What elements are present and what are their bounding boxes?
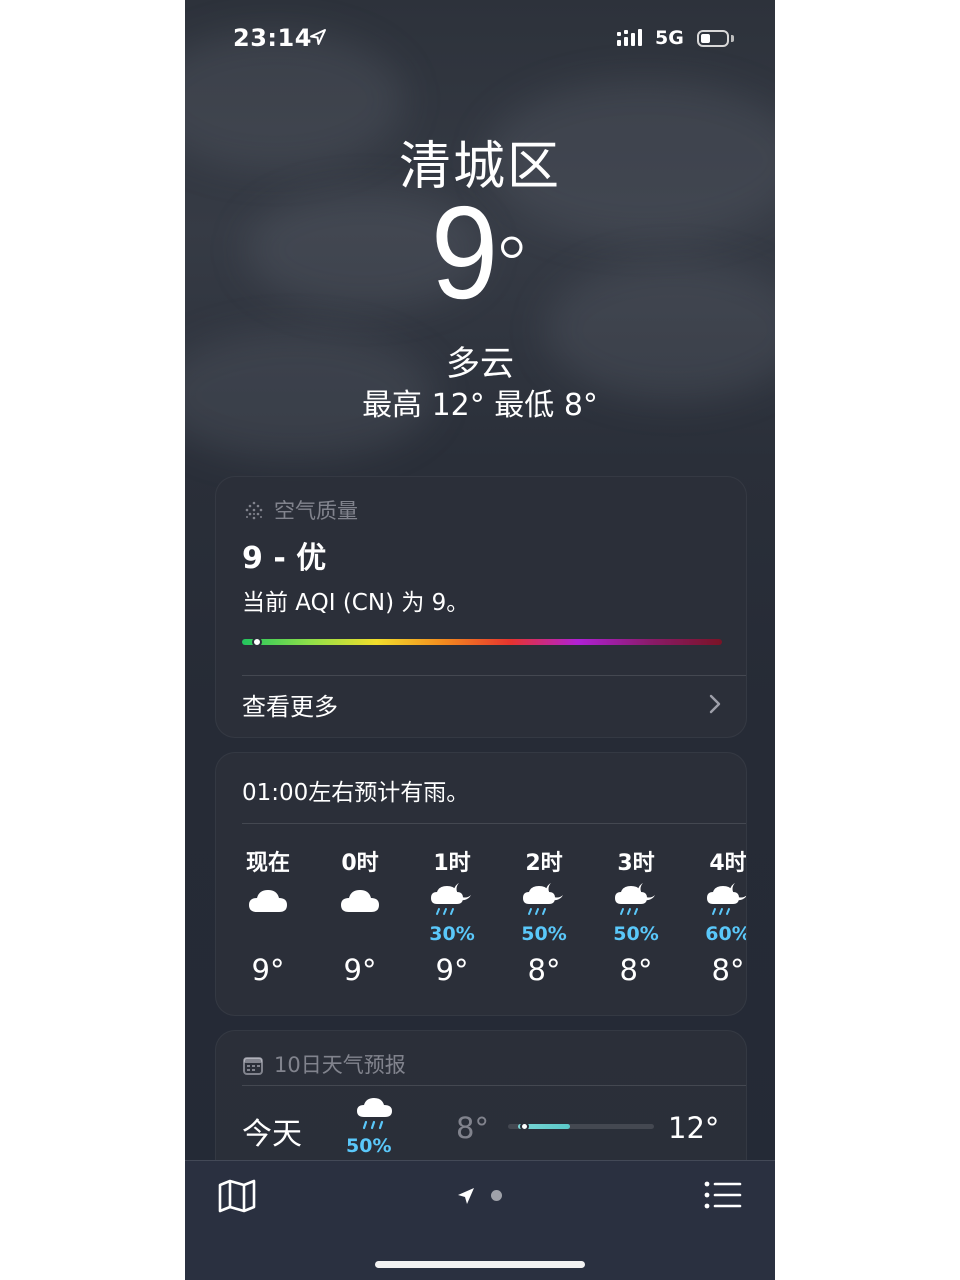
current-temperature: 9° [185, 178, 775, 328]
page-indicator-dot[interactable] [491, 1190, 502, 1201]
battery-icon [697, 30, 729, 47]
ten-day-title: 10日天气预报 [274, 1053, 406, 1077]
hour-label: 4时 [709, 851, 747, 876]
hour-label: 2时 [525, 851, 563, 876]
hour-precipitation: 30% [429, 923, 475, 945]
hour-column: 现在 9° [222, 845, 314, 987]
temperature-value: 9 [431, 179, 499, 326]
cloud-moon-rain-icon [498, 879, 590, 923]
cellular-signal-icon [617, 29, 642, 46]
current-temp-dot [520, 1122, 529, 1131]
bottom-toolbar [185, 1160, 775, 1280]
hour-label: 3时 [617, 851, 655, 876]
cloud-icon [222, 879, 314, 923]
cloud-rain-icon [357, 1098, 392, 1130]
air-quality-icon [245, 501, 263, 520]
cloud-moon-rain-icon [682, 879, 746, 923]
hour-precipitation: 50% [521, 923, 567, 945]
hour-temperature: 9° [343, 953, 377, 987]
hour-label: 1时 [433, 851, 471, 876]
divider [242, 675, 746, 676]
cloud-moon-rain-icon [406, 879, 498, 923]
hour-precipitation [314, 923, 406, 947]
map-icon[interactable] [217, 1177, 257, 1215]
aqi-description: 当前 AQI (CN) 为 9。 [242, 590, 470, 616]
weather-condition: 多云 [446, 344, 514, 384]
hourly-forecast-card[interactable]: 01:00左右预计有雨。 现在 9° 0时 9° 1时 30% 9° 2时 50% 8° 3时 50%… [215, 752, 747, 1016]
current-location-icon[interactable] [455, 1185, 477, 1207]
list-icon[interactable] [703, 1179, 743, 1211]
aqi-indicator-dot [251, 637, 262, 647]
hour-column: 2时 50% 8° [498, 845, 590, 987]
air-quality-header: 空气质量 [242, 495, 358, 525]
day-low-temp: 8° [456, 1111, 489, 1145]
hour-temperature: 9° [435, 953, 469, 987]
hour-temperature: 8° [527, 953, 561, 987]
hour-temperature: 9° [251, 953, 285, 987]
chevron-right-icon[interactable] [708, 693, 722, 715]
hour-column: 4时 60% 8° [682, 845, 747, 987]
air-quality-title: 空气质量 [274, 499, 358, 523]
calendar-icon [243, 1057, 263, 1075]
see-more-link[interactable]: 查看更多 [242, 687, 338, 722]
high-low-temperature: 最高 12° 最低 8° [362, 388, 598, 423]
hour-column: 0时 9° [314, 845, 406, 987]
hour-label: 现在 [245, 851, 290, 876]
aqi-scale-bar [242, 639, 722, 645]
divider [242, 823, 746, 824]
hour-precipitation [222, 923, 314, 947]
degree-symbol: ° [491, 220, 532, 313]
ten-day-header: 10日天气预报 [242, 1049, 406, 1079]
network-type: 5G [655, 27, 684, 49]
hour-precipitation: 50% [613, 923, 659, 945]
hour-temperature: 8° [711, 953, 745, 987]
hour-column: 3时 50% 8° [590, 845, 682, 987]
hour-precipitation: 60% [705, 923, 747, 945]
aqi-value: 9 - 优 [242, 541, 327, 576]
day-high-temp: 12° [668, 1111, 720, 1145]
air-quality-card[interactable]: 空气质量 9 - 优 当前 AQI (CN) 为 9。 查看更多 [215, 476, 747, 738]
hour-temperature: 8° [619, 953, 653, 987]
location-arrow-icon [310, 29, 326, 45]
weather-app-screen: 23:14 5G 清城区 9° 多云 最高 12° 最低 8° 空气质量 9 -… [185, 0, 775, 1280]
hour-label: 0时 [341, 851, 379, 876]
cloud-icon [314, 879, 406, 923]
divider [242, 1085, 746, 1086]
day-label-today: 今天 [242, 1117, 302, 1152]
cloud-moon-rain-icon [590, 879, 682, 923]
day-precipitation: 50% [346, 1135, 392, 1157]
hour-column: 1时 30% 9° [406, 845, 498, 987]
status-time: 23:14 [233, 24, 312, 52]
home-indicator[interactable] [375, 1261, 585, 1268]
rain-forecast-note: 01:00左右预计有雨。 [242, 780, 470, 806]
battery-tip [731, 35, 734, 42]
